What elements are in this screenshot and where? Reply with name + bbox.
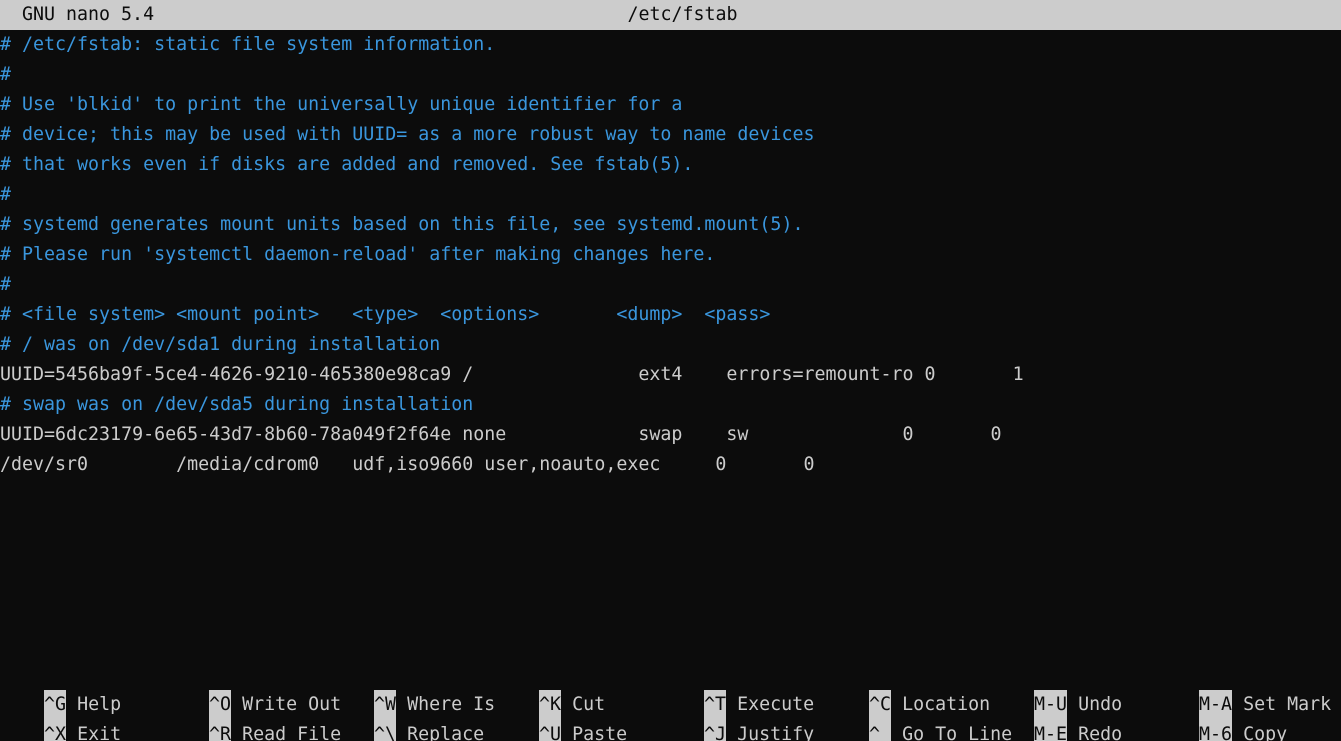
shortcut-label-text: Justify [737, 724, 815, 741]
file-name: /etc/fstab [627, 4, 738, 25]
shortcut-label: Exit [66, 720, 121, 741]
editor-line[interactable]: # Please run 'systemctl daemon-reload' a… [0, 240, 715, 270]
shortcut-read-file[interactable]: ^R Read File [165, 690, 341, 741]
title-bar: GNU nano 5.4 /etc/fstab [0, 0, 1341, 30]
shortcut-key: ^_ [869, 720, 892, 741]
shortcut-label: Redo [1067, 720, 1122, 741]
editor-line[interactable]: # systemd generates mount units based on… [0, 210, 803, 240]
shortcut-set-mark[interactable]: M-A Set Mark [1155, 660, 1331, 720]
editor-line[interactable]: # [0, 180, 11, 210]
shortcut-help[interactable]: ^G Help [0, 660, 121, 720]
shortcut-execute[interactable]: ^T Execute [660, 660, 814, 720]
editor-line[interactable]: # /etc/fstab: static file system informa… [0, 30, 495, 60]
shortcut-undo[interactable]: M-U Undo [990, 660, 1122, 720]
shortcut-key: ^\ [374, 720, 397, 741]
shortcut-key: ^U [539, 720, 562, 741]
shortcut-key: M-E [1034, 720, 1068, 741]
shortcut-label-text: Redo [1078, 724, 1123, 741]
shortcut-paste[interactable]: ^U Paste [495, 690, 627, 741]
shortcut-bar: ^G Help ^O Write Out ^W Where Is ^K Cut … [0, 660, 1341, 741]
shortcut-write-out[interactable]: ^O Write Out [165, 660, 341, 720]
editor-line[interactable]: # device; this may be used with UUID= as… [0, 120, 814, 150]
editor-line[interactable]: # / was on /dev/sda1 during installation [0, 330, 440, 360]
shortcut-label: Read File [231, 720, 341, 741]
editor-line[interactable]: # [0, 270, 11, 300]
shortcut-label-text: Paste [572, 724, 628, 741]
shortcut-label: Paste [561, 720, 627, 741]
shortcut-replace[interactable]: ^\ Replace [330, 690, 484, 741]
editor-buffer[interactable]: # /etc/fstab: static file system informa… [0, 30, 1341, 630]
editor-line[interactable]: UUID=5456ba9f-5ce4-4626-9210-465380e98ca… [0, 360, 1024, 390]
shortcut-exit[interactable]: ^X Exit [0, 690, 121, 741]
shortcut-label: Copy [1232, 720, 1287, 741]
shortcut-where-is[interactable]: ^W Where Is [330, 660, 495, 720]
shortcut-key: ^X [44, 720, 67, 741]
editor-line[interactable]: # swap was on /dev/sda5 during installat… [0, 390, 473, 420]
shortcut-key: ^J [704, 720, 727, 741]
shortcut-copy[interactable]: M-6 Copy [1155, 690, 1287, 741]
shortcut-location[interactable]: ^C Location [825, 660, 990, 720]
editor-line[interactable]: # Use 'blkid' to print the universally u… [0, 90, 682, 120]
shortcut-label: Justify [726, 720, 814, 741]
editor-line[interactable]: # [0, 60, 11, 90]
shortcut-key: M-6 [1199, 720, 1233, 741]
shortcut-justify[interactable]: ^J Justify [660, 690, 814, 741]
shortcut-key: ^R [209, 720, 232, 741]
editor-line[interactable]: # <file system> <mount point> <type> <op… [0, 300, 770, 330]
editor-line[interactable]: /dev/sr0 /media/cdrom0 udf,iso9660 user,… [0, 450, 814, 480]
editor-line[interactable]: # that works even if disks are added and… [0, 150, 693, 180]
shortcut-label: Replace [396, 720, 484, 741]
shortcut-label-text: Read File [242, 724, 342, 741]
shortcut-redo[interactable]: M-E Redo [990, 690, 1122, 741]
editor-line[interactable]: UUID=6dc23179-6e65-43d7-8b60-78a049f2f64… [0, 420, 1002, 450]
shortcut-label-text: Exit [77, 724, 122, 741]
shortcut-label-text: Replace [407, 724, 485, 741]
shortcut-go-to-line[interactable]: ^_ Go To Line [825, 690, 1012, 741]
shortcut-cut[interactable]: ^K Cut [495, 660, 605, 720]
shortcut-label-text: Copy [1243, 724, 1288, 741]
